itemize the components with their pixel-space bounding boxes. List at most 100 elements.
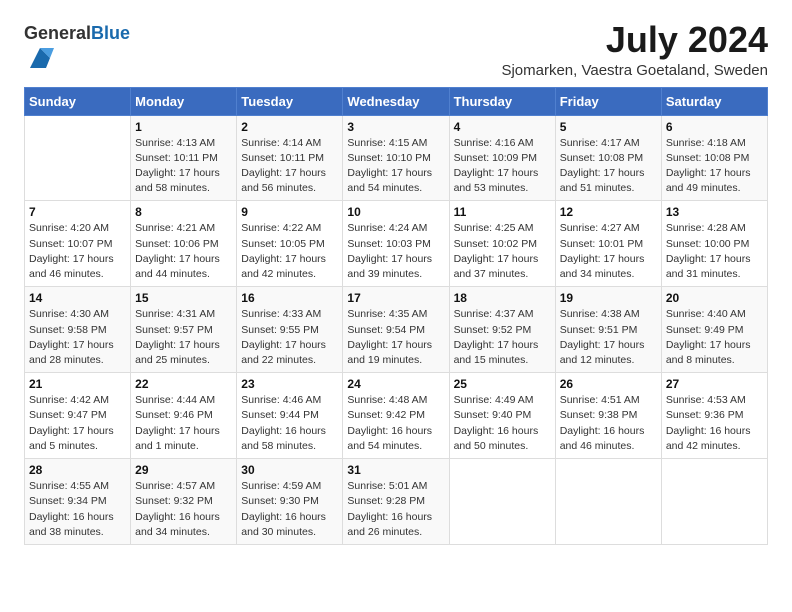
day-number: 27 [666,377,763,391]
day-cell: 25 Sunrise: 4:49 AM Sunset: 9:40 PM Dayli… [449,373,555,459]
day-cell: 29 Sunrise: 4:57 AM Sunset: 9:32 PM Dayli… [131,459,237,545]
day-info: Sunrise: 4:16 AM Sunset: 10:09 PM Daylig… [454,136,551,197]
day-info: Sunrise: 4:24 AM Sunset: 10:03 PM Daylig… [347,221,444,282]
day-cell: 16 Sunrise: 4:33 AM Sunset: 9:55 PM Dayli… [237,287,343,373]
day-info: Sunrise: 4:17 AM Sunset: 10:08 PM Daylig… [560,136,657,197]
day-number: 21 [29,377,126,391]
page-header: GeneralBlue July 2024 Sjomarken, Vaestra… [24,20,768,79]
day-info: Sunrise: 4:14 AM Sunset: 10:11 PM Daylig… [241,136,338,197]
day-cell: 31 Sunrise: 5:01 AM Sunset: 9:28 PM Dayli… [343,459,449,545]
day-number: 6 [666,120,763,134]
day-cell: 30 Sunrise: 4:59 AM Sunset: 9:30 PM Dayli… [237,459,343,545]
day-info: Sunrise: 4:51 AM Sunset: 9:38 PM Dayligh… [560,393,657,454]
day-number: 4 [454,120,551,134]
week-row-1: 1 Sunrise: 4:13 AM Sunset: 10:11 PM Dayli… [25,115,768,201]
day-cell: 19 Sunrise: 4:38 AM Sunset: 9:51 PM Dayli… [555,287,661,373]
day-info: Sunrise: 4:48 AM Sunset: 9:42 PM Dayligh… [347,393,444,454]
day-cell: 14Sunrise: 4:30 AM Sunset: 9:58 PM Dayli… [25,287,131,373]
day-number: 14 [29,291,126,305]
day-number: 1 [135,120,232,134]
day-info: Sunrise: 4:53 AM Sunset: 9:36 PM Dayligh… [666,393,763,454]
day-number: 16 [241,291,338,305]
day-number: 8 [135,205,232,219]
day-info: Sunrise: 4:18 AM Sunset: 10:08 PM Daylig… [666,136,763,197]
location: Sjomarken, Vaestra Goetaland, Sweden [501,62,768,79]
day-number: 2 [241,120,338,134]
day-info: Sunrise: 4:44 AM Sunset: 9:46 PM Dayligh… [135,393,232,454]
day-number: 29 [135,463,232,477]
col-header-thursday: Thursday [449,87,555,115]
day-number: 23 [241,377,338,391]
day-cell: 28 Sunrise: 4:55 AM Sunset: 9:34 PM Dayli… [25,459,131,545]
week-row-4: 21 Sunrise: 4:42 AM Sunset: 9:47 PM Dayli… [25,373,768,459]
day-info: Sunrise: 4:25 AM Sunset: 10:02 PM Daylig… [454,221,551,282]
col-header-saturday: Saturday [661,87,767,115]
header-row: SundayMondayTuesdayWednesdayThursdayFrid… [25,87,768,115]
day-cell: 6 Sunrise: 4:18 AM Sunset: 10:08 PM Dayli… [661,115,767,201]
day-info: Sunrise: 4:33 AM Sunset: 9:55 PM Dayligh… [241,307,338,368]
day-number: 31 [347,463,444,477]
day-cell: 26Sunrise: 4:51 AM Sunset: 9:38 PM Dayli… [555,373,661,459]
month-year: July 2024 [501,20,768,60]
day-info: Sunrise: 4:55 AM Sunset: 9:34 PM Dayligh… [29,479,126,540]
day-number: 30 [241,463,338,477]
day-number: 24 [347,377,444,391]
col-header-wednesday: Wednesday [343,87,449,115]
day-info: Sunrise: 4:38 AM Sunset: 9:51 PM Dayligh… [560,307,657,368]
day-info: Sunrise: 4:46 AM Sunset: 9:44 PM Dayligh… [241,393,338,454]
day-cell: 10 Sunrise: 4:24 AM Sunset: 10:03 PM Dayl… [343,201,449,287]
day-info: Sunrise: 4:15 AM Sunset: 10:10 PM Daylig… [347,136,444,197]
day-cell: 27 Sunrise: 4:53 AM Sunset: 9:36 PM Dayli… [661,373,767,459]
logo-general: General [24,23,91,43]
day-number: 13 [666,205,763,219]
day-info: Sunrise: 4:57 AM Sunset: 9:32 PM Dayligh… [135,479,232,540]
day-cell: 7Sunrise: 4:20 AM Sunset: 10:07 PM Dayli… [25,201,131,287]
day-number: 17 [347,291,444,305]
day-cell: 8Sunrise: 4:21 AM Sunset: 10:06 PM Dayli… [131,201,237,287]
day-info: Sunrise: 4:27 AM Sunset: 10:01 PM Daylig… [560,221,657,282]
col-header-monday: Monday [131,87,237,115]
week-row-3: 14Sunrise: 4:30 AM Sunset: 9:58 PM Dayli… [25,287,768,373]
day-info: Sunrise: 4:49 AM Sunset: 9:40 PM Dayligh… [454,393,551,454]
day-cell: 4 Sunrise: 4:16 AM Sunset: 10:09 PM Dayli… [449,115,555,201]
logo: GeneralBlue [24,24,130,77]
day-cell [25,115,131,201]
day-number: 11 [454,205,551,219]
day-info: Sunrise: 4:28 AM Sunset: 10:00 PM Daylig… [666,221,763,282]
title-block: July 2024 Sjomarken, Vaestra Goetaland, … [501,20,768,79]
day-cell: 12 Sunrise: 4:27 AM Sunset: 10:01 PM Dayl… [555,201,661,287]
day-info: Sunrise: 4:20 AM Sunset: 10:07 PM Daylig… [29,221,126,282]
day-number: 25 [454,377,551,391]
day-info: Sunrise: 4:31 AM Sunset: 9:57 PM Dayligh… [135,307,232,368]
logo-blue: Blue [91,23,130,43]
logo-icon [26,44,54,72]
day-info: Sunrise: 4:42 AM Sunset: 9:47 PM Dayligh… [29,393,126,454]
day-number: 22 [135,377,232,391]
day-info: Sunrise: 4:22 AM Sunset: 10:05 PM Daylig… [241,221,338,282]
day-cell [661,459,767,545]
day-cell: 11 Sunrise: 4:25 AM Sunset: 10:02 PM Dayl… [449,201,555,287]
week-row-2: 7Sunrise: 4:20 AM Sunset: 10:07 PM Dayli… [25,201,768,287]
day-info: Sunrise: 4:13 AM Sunset: 10:11 PM Daylig… [135,136,232,197]
day-number: 18 [454,291,551,305]
day-number: 12 [560,205,657,219]
day-cell [555,459,661,545]
day-cell: 23 Sunrise: 4:46 AM Sunset: 9:44 PM Dayli… [237,373,343,459]
day-number: 10 [347,205,444,219]
day-cell: 15Sunrise: 4:31 AM Sunset: 9:57 PM Dayli… [131,287,237,373]
day-number: 9 [241,205,338,219]
day-cell: 17 Sunrise: 4:35 AM Sunset: 9:54 PM Dayli… [343,287,449,373]
col-header-friday: Friday [555,87,661,115]
col-header-sunday: Sunday [25,87,131,115]
day-cell: 3Sunrise: 4:15 AM Sunset: 10:10 PM Dayli… [343,115,449,201]
day-cell: 21 Sunrise: 4:42 AM Sunset: 9:47 PM Dayli… [25,373,131,459]
day-number: 5 [560,120,657,134]
day-info: Sunrise: 4:35 AM Sunset: 9:54 PM Dayligh… [347,307,444,368]
day-cell: 13 Sunrise: 4:28 AM Sunset: 10:00 PM Dayl… [661,201,767,287]
day-info: Sunrise: 4:37 AM Sunset: 9:52 PM Dayligh… [454,307,551,368]
day-number: 28 [29,463,126,477]
day-number: 19 [560,291,657,305]
day-info: Sunrise: 5:01 AM Sunset: 9:28 PM Dayligh… [347,479,444,540]
day-cell: 18 Sunrise: 4:37 AM Sunset: 9:52 PM Dayli… [449,287,555,373]
day-info: Sunrise: 4:59 AM Sunset: 9:30 PM Dayligh… [241,479,338,540]
